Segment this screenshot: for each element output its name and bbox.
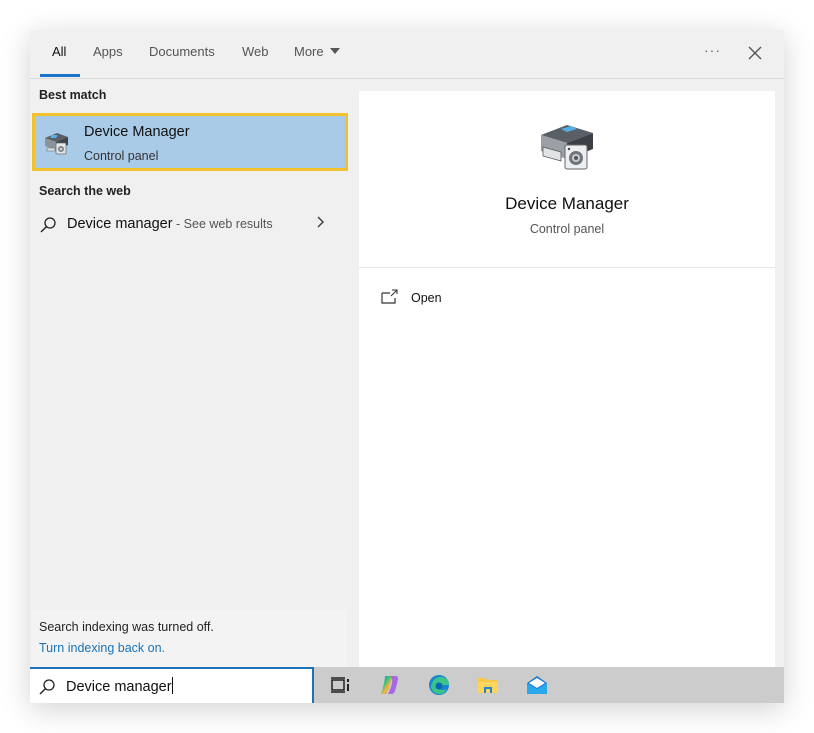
search-web-heading: Search the web — [39, 184, 131, 198]
tab-all[interactable]: All — [52, 44, 66, 59]
tab-web[interactable]: Web — [242, 44, 269, 59]
search-icon — [39, 679, 55, 695]
indexing-notice: Search indexing was turned off. Turn ind… — [32, 610, 347, 667]
active-tab-indicator — [40, 74, 80, 77]
results-pane: Best match Device Manager Control panel … — [30, 79, 358, 667]
tab-more[interactable]: More — [294, 44, 340, 59]
search-input[interactable]: Device manager — [30, 667, 314, 703]
web-result-text: Device manager - See web results — [67, 216, 273, 232]
detail-pane: Device Manager Control panel Open — [359, 91, 775, 667]
best-match-heading: Best match — [39, 88, 107, 102]
tab-apps[interactable]: Apps — [93, 44, 123, 59]
file-explorer-icon[interactable] — [476, 673, 500, 697]
web-result-query: Device manager — [67, 216, 173, 232]
tab-more-label: More — [294, 44, 324, 59]
indexing-notice-text: Search indexing was turned off. — [39, 620, 214, 634]
edge-icon[interactable] — [427, 673, 451, 697]
open-external-icon — [381, 289, 398, 304]
best-match-title: Device Manager — [84, 124, 190, 140]
mail-icon[interactable] — [525, 673, 549, 697]
task-view-icon[interactable] — [328, 673, 352, 697]
caret-down-icon — [329, 48, 340, 54]
tab-documents[interactable]: Documents — [149, 44, 215, 59]
chevron-right-icon — [317, 216, 325, 228]
search-window: All Apps Documents Web More ··· Best mat… — [30, 30, 784, 703]
best-match-subtitle: Control panel — [84, 149, 159, 163]
search-input-value: Device manager — [66, 677, 173, 695]
turn-indexing-on-link[interactable]: Turn indexing back on. — [39, 641, 165, 655]
detail-divider — [359, 267, 775, 268]
search-query-text: Device manager — [66, 679, 172, 695]
detail-subtitle: Control panel — [529, 222, 605, 236]
taskbar — [314, 667, 784, 703]
ellipsis-icon[interactable]: ··· — [704, 42, 721, 58]
search-icon — [40, 217, 56, 233]
open-action-label: Open — [411, 291, 442, 305]
open-action[interactable]: Open — [381, 287, 501, 311]
detail-title: Device Manager — [505, 194, 629, 213]
best-match-result[interactable]: Device Manager Control panel — [32, 113, 348, 171]
device-manager-icon-large — [541, 125, 593, 170]
web-result-suffix: - See web results — [172, 217, 273, 231]
text-cursor — [171, 677, 173, 694]
filter-tabs: All Apps Documents Web More ··· — [30, 30, 784, 79]
close-icon[interactable] — [746, 44, 764, 62]
copilot-icon[interactable] — [378, 673, 402, 697]
web-result[interactable]: Device manager - See web results — [30, 211, 350, 243]
device-manager-icon — [45, 133, 68, 155]
